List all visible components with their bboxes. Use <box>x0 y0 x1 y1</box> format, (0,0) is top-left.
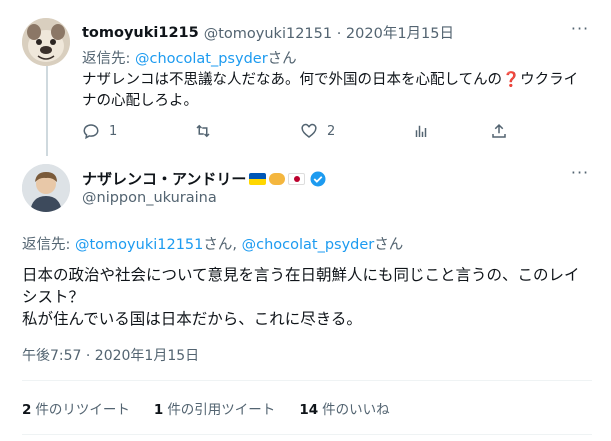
likes-count: 14 <box>299 402 319 418</box>
parent-action-bar: 1 2 <box>82 122 512 142</box>
heart-icon <box>301 123 317 138</box>
tweet-timestamp[interactable]: 午後7:57 · 2020年1月15日 <box>22 345 199 365</box>
main-text-line2: 私が住んでいる国は日本だから、これに尽きる。 <box>22 310 362 328</box>
question-mark-emoji: ❓ <box>502 72 521 88</box>
main-tweet-author[interactable]: ナザレンコ・アンドリー <box>82 168 327 189</box>
likes-stat[interactable]: 14 件のいいね <box>299 398 389 418</box>
retweets-label: 件のリツイート <box>35 402 130 418</box>
likes-label: 件のいいね <box>322 402 390 418</box>
main-avatar[interactable] <box>22 164 70 212</box>
quotes-count: 1 <box>153 402 164 418</box>
japan-flag-icon <box>288 172 306 185</box>
main-display-name[interactable]: ナザレンコ・アンドリー <box>82 168 246 189</box>
more-options-icon[interactable]: ··· <box>569 21 591 44</box>
main-reply-mid: さん, <box>203 237 242 253</box>
main-tweet-text: 日本の政治や社会について意見を言う在日朝鮮人にも同じこと言うの、このレイシスト？… <box>22 264 592 330</box>
reply-button[interactable]: 1 <box>82 122 117 140</box>
retweets-count: 2 <box>22 402 32 418</box>
reply-to-link-2[interactable]: @chocolat_psyder <box>242 237 375 253</box>
parent-display-name[interactable]: tomoyuki1215 <box>82 25 199 41</box>
ukraine-flag-icon <box>249 172 267 185</box>
handshake-icon <box>269 172 286 185</box>
retweet-button[interactable] <box>194 122 212 140</box>
tweet-stats: 2 件のリツイート 1 件の引用ツイート 14 件のいいね <box>22 398 414 418</box>
reply-to-link[interactable]: @chocolat_psyder <box>135 51 268 67</box>
parent-handle-time[interactable]: @tomoyuki12151 · 2020年1月15日 <box>204 22 454 43</box>
main-handle[interactable]: @nippon_ukuraina <box>82 190 217 206</box>
retweet-icon <box>196 124 210 138</box>
main-reply-suffix: さん <box>374 237 404 253</box>
reply-to-link-1[interactable]: @tomoyuki12151 <box>75 237 203 253</box>
quotes-label: 件の引用ツイート <box>167 402 276 418</box>
parent-avatar[interactable] <box>22 18 70 66</box>
analytics-button[interactable] <box>412 122 430 140</box>
reply-count: 1 <box>109 123 118 139</box>
share-button[interactable] <box>490 122 508 140</box>
analytics-icon <box>415 125 427 137</box>
parent-tweet[interactable]: tomoyuki1215 @tomoyuki12151 · 2020年1月15日… <box>0 0 611 156</box>
main-more-options-icon[interactable]: ··· <box>569 165 591 188</box>
reply-prefix: 返信先: <box>82 51 135 67</box>
parent-text-part1: ナザレンコは不思議な人だなあ。何で外国の日本を心配してんの <box>82 72 503 88</box>
reply-icon <box>83 124 99 140</box>
thread-connector-line <box>46 66 48 156</box>
main-reply-prefix: 返信先: <box>22 237 75 253</box>
reply-suffix: さん <box>267 51 297 67</box>
divider <box>22 380 592 381</box>
parent-tweet-header: tomoyuki1215 @tomoyuki12151 · 2020年1月15日 <box>82 22 454 43</box>
quotes-stat[interactable]: 1 件の引用ツイート <box>154 398 275 418</box>
parent-tweet-text: ナザレンコは不思議な人だなあ。何で外国の日本を心配してんの❓ウクライナの心配しろ… <box>82 70 592 112</box>
like-button[interactable]: 2 <box>300 122 335 140</box>
verified-badge-icon <box>310 171 326 186</box>
retweets-stat[interactable]: 2 件のリツイート <box>22 398 130 418</box>
parent-reply-to: 返信先: @chocolat_psyderさん <box>82 47 297 68</box>
divider <box>22 434 592 435</box>
main-text-line1: 日本の政治や社会について意見を言う在日朝鮮人にも同じこと言うの、このレイシスト？ <box>22 266 580 306</box>
main-reply-to: 返信先: @tomoyuki12151さん, @chocolat_psyderさ… <box>22 233 403 254</box>
share-icon <box>492 123 506 138</box>
like-count: 2 <box>327 123 336 139</box>
